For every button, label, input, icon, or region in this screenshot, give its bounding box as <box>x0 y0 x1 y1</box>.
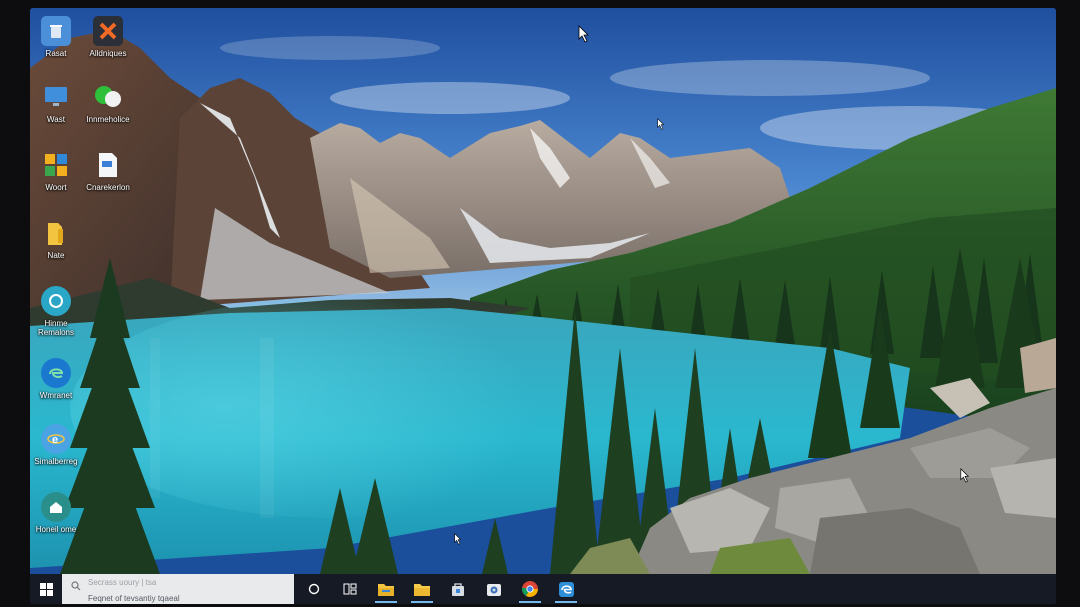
home-icon <box>41 492 71 522</box>
edge-icon <box>558 581 574 597</box>
taskbar-camera-button[interactable] <box>476 574 512 604</box>
taskbar-chrome-button[interactable] <box>512 574 548 604</box>
desktop-wallpaper <box>30 8 1056 574</box>
windows-store-icon <box>41 150 71 180</box>
desktop-icon-folder[interactable]: Nate <box>30 218 85 260</box>
mouse-cursor-icon <box>454 533 462 545</box>
folder-icon <box>414 584 430 596</box>
task-view-icon <box>343 583 357 595</box>
monitor-icon <box>41 82 71 112</box>
desktop-icon-monitor[interactable]: Wast <box>30 82 85 124</box>
taskbar-task-view-button[interactable] <box>332 574 368 604</box>
taskbar-file-explorer-button[interactable] <box>368 574 404 604</box>
search-icon <box>71 581 81 591</box>
desktop-icon-recycle-bin[interactable]: Rasat <box>30 16 85 58</box>
chrome-icon <box>521 581 538 597</box>
desktop-icon-home[interactable]: Honeil ome <box>30 492 85 534</box>
cortana-circle-icon <box>308 583 320 595</box>
desktop-icon-label: Alldniques <box>89 49 127 58</box>
desktop-icon-label: Simalberreg <box>34 457 78 466</box>
desktop-icon-label: Rasat <box>45 49 67 58</box>
internet-explorer-icon: e <box>41 424 71 454</box>
desktop-icon-chat[interactable]: Innmeholice <box>79 82 137 124</box>
chat-icon <box>93 82 123 112</box>
desktop-icon-label: Wast <box>47 115 65 124</box>
taskbar-folder-button[interactable] <box>404 574 440 604</box>
taskbar-cortana-button[interactable] <box>296 574 332 604</box>
recycle-bin-icon <box>41 16 71 46</box>
mouse-cursor-icon <box>657 118 665 130</box>
edge-icon <box>41 358 71 388</box>
folder-icon <box>41 218 71 248</box>
desktop-icon-remote[interactable]: Hinme Remalons <box>30 286 85 337</box>
file-explorer-icon <box>378 584 394 596</box>
app-orange-icon <box>93 16 123 46</box>
desktop-icon-edge[interactable]: Wmranet <box>30 358 85 400</box>
search-input[interactable] <box>88 593 278 604</box>
camera-icon <box>487 584 501 596</box>
taskbar-search-box[interactable]: Secrass uoury | tsa <box>62 574 294 604</box>
store-bag-icon <box>452 583 464 596</box>
mouse-cursor-icon <box>960 468 970 483</box>
desktop-icon-document[interactable]: Cnarekerlon <box>79 150 137 192</box>
document-icon <box>93 150 123 180</box>
desktop-icon-label: Nate <box>47 251 65 260</box>
desktop-icon-app-orange[interactable]: Alldniques <box>79 16 137 58</box>
desktop-icon-label: Cnarekerlon <box>86 183 130 192</box>
windows-logo-icon <box>39 582 53 596</box>
desktop-icon-label: Hinme Remalons <box>37 319 74 337</box>
taskbar-edge-button[interactable] <box>548 574 584 604</box>
search-hint-text: Secrass uoury | tsa <box>88 578 157 587</box>
taskbar-store-button[interactable] <box>440 574 476 604</box>
desktop-icon-store[interactable]: Woort <box>30 150 85 192</box>
desktop-icon-internet-explorer[interactable]: e Simalberreg <box>30 424 85 466</box>
mouse-cursor-icon <box>578 25 589 43</box>
remote-icon <box>41 286 71 316</box>
start-button[interactable] <box>30 574 62 604</box>
desktop-icon-label: Wmranet <box>39 391 73 400</box>
desktop-icon-label: Honeil ome <box>35 525 77 534</box>
desktop-screen: Rasat Alldniques Wast Innmeholice Woort … <box>30 8 1056 604</box>
desktop-icon-label: Woort <box>45 183 67 192</box>
taskbar: Secrass uoury | tsa <box>30 574 1056 604</box>
desktop-icon-label: Innmeholice <box>86 115 130 124</box>
svg-text:e: e <box>52 434 58 446</box>
